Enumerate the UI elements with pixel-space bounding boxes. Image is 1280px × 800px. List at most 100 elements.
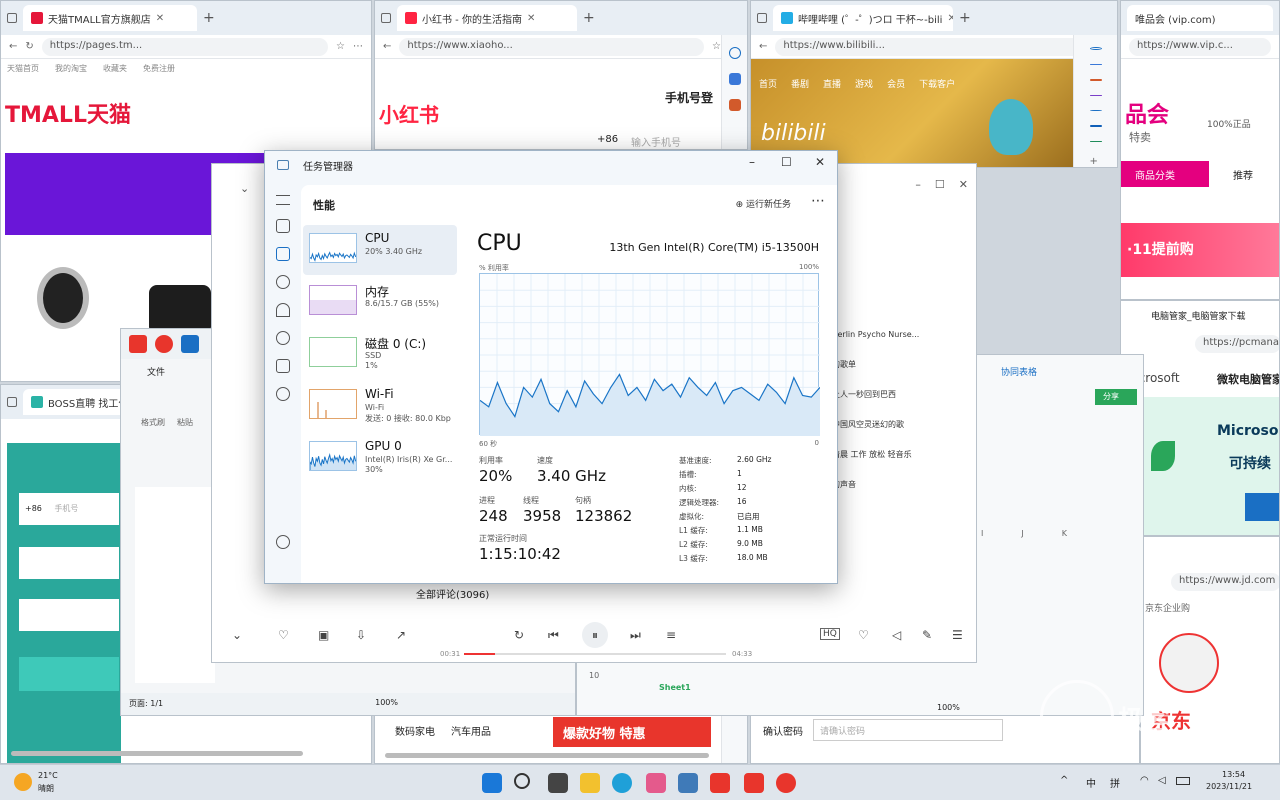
close-icon[interactable]: ✕ <box>959 178 968 191</box>
category-item[interactable]: 数码家电 <box>395 723 435 738</box>
pause-button[interactable]: ⏸ <box>582 622 608 648</box>
nav-item[interactable]: 会员 <box>887 77 905 90</box>
submit-button[interactable] <box>19 657 119 691</box>
search-icon[interactable] <box>1089 47 1102 51</box>
list-item[interactable]: 让人一秒回到巴西 <box>832 380 919 410</box>
quality-icon[interactable]: HQ <box>820 628 840 640</box>
password-field[interactable] <box>19 599 119 631</box>
column-header[interactable]: I <box>981 529 983 538</box>
scrollbar[interactable] <box>11 751 303 756</box>
nav-item[interactable]: 番剧 <box>791 77 809 90</box>
run-new-task-button[interactable]: ⊕ 运行新任务 <box>736 197 791 210</box>
row-number[interactable]: 10 <box>589 671 599 680</box>
tab-actions-icon[interactable] <box>7 397 17 407</box>
nav-item[interactable]: 直播 <box>823 77 841 90</box>
list-item[interactable]: 中国风空灵迷幻的歌 <box>832 410 919 440</box>
lyrics-icon[interactable]: ✎ <box>922 628 932 642</box>
bilibili-logo[interactable]: bilibili <box>761 121 826 146</box>
clock-time[interactable]: 13:54 <box>1222 770 1245 779</box>
tag-icon[interactable] <box>728 73 741 85</box>
search-icon[interactable] <box>514 773 530 789</box>
edge-icon[interactable] <box>612 773 632 793</box>
wps-office-icon[interactable] <box>744 773 764 793</box>
recommend-tab[interactable]: 推荐 <box>1233 167 1253 182</box>
task-manager-icon[interactable] <box>678 773 698 793</box>
chevron-down-icon[interactable]: ⌄ <box>240 182 249 195</box>
url-field[interactable]: https://www.jd.com <box>1171 573 1279 591</box>
sheet-title[interactable]: 协同表格 <box>1001 365 1037 378</box>
wps-icon[interactable] <box>129 335 147 353</box>
scrollbar[interactable] <box>385 753 709 758</box>
download-button[interactable] <box>1245 493 1279 521</box>
category-item[interactable]: 汽车用品 <box>451 723 491 738</box>
resource-item-cpu[interactable]: CPU 20% 3.40 GHz <box>303 225 457 275</box>
weather-icon[interactable] <box>14 773 32 791</box>
tab-xiaohongshu[interactable]: 小红书 - 你的生活指南 ✕ <box>397 5 577 31</box>
tab-actions-icon[interactable] <box>7 13 17 23</box>
volume-icon[interactable]: ◁ <box>1158 775 1166 786</box>
paste-button[interactable]: 粘贴 <box>177 417 193 428</box>
column-header[interactable]: K <box>1062 529 1067 538</box>
minimize-icon[interactable]: – <box>749 155 755 169</box>
close-icon[interactable]: ✕ <box>156 13 164 24</box>
store-icon[interactable] <box>646 773 666 793</box>
wps-icon[interactable] <box>710 773 730 793</box>
resource-item-gpu[interactable]: GPU 0 Intel(R) Iris(R) Xe Gr... 30% <box>303 433 457 483</box>
maximize-icon[interactable]: ☐ <box>935 178 945 191</box>
list-item[interactable]: 清晨 工作 放松 轻音乐 <box>832 440 919 470</box>
startup-icon[interactable] <box>276 303 290 317</box>
bookmark-item[interactable]: 收藏夹 <box>103 63 127 74</box>
format-painter-button[interactable]: 格式刷 <box>141 417 165 428</box>
confirm-password-input[interactable]: 请确认密码 <box>813 719 1003 741</box>
download-icon[interactable]: ⇩ <box>356 628 366 642</box>
phone-input[interactable]: 输入手机号 <box>631 134 681 149</box>
close-icon[interactable]: ✕ <box>527 13 535 24</box>
add-icon[interactable]: + <box>1090 156 1102 167</box>
refresh-icon[interactable]: ↻ <box>25 41 33 52</box>
url-field[interactable]: https://www.vip.c... <box>1129 37 1271 56</box>
back-icon[interactable]: ← <box>383 41 391 52</box>
list-item[interactable]: Berlin Psycho Nurse... <box>832 320 919 350</box>
share-icon[interactable]: ↗ <box>396 628 406 642</box>
wps-pdf-icon[interactable] <box>155 335 173 353</box>
weather-temp[interactable]: 21°C <box>38 771 58 780</box>
search-icon[interactable] <box>728 47 741 59</box>
weather-desc[interactable]: 晴朗 <box>38 783 54 794</box>
previous-icon[interactable]: ⏮ <box>548 628 559 643</box>
start-button-icon[interactable] <box>482 773 502 793</box>
sheet-tab[interactable]: Sheet1 <box>659 683 691 692</box>
column-header[interactable]: J <box>1021 529 1023 538</box>
performance-icon[interactable] <box>276 247 290 261</box>
more-icon[interactable]: ⋯ <box>811 193 825 209</box>
volume-icon[interactable]: ◁ <box>892 628 901 642</box>
xiaohongshu-logo[interactable]: 小红书 <box>379 99 439 128</box>
lock-icon[interactable]: ▣ <box>318 628 329 642</box>
next-icon[interactable]: ⏭ <box>630 628 641 643</box>
queue-icon[interactable]: ☰ <box>952 628 963 642</box>
new-tab-icon[interactable]: + <box>959 10 971 26</box>
star-icon[interactable]: ☆ <box>336 41 345 52</box>
music-app-icon[interactable] <box>776 773 796 793</box>
bookmark-item[interactable]: 我的淘宝 <box>55 63 87 74</box>
ime-mode[interactable]: 拼 <box>1110 775 1120 790</box>
settings-icon[interactable] <box>276 535 290 549</box>
close-icon[interactable]: ✕ <box>947 13 953 24</box>
tab-tmall[interactable]: 天猫TMALL官方旗舰店 ✕ <box>23 5 197 31</box>
more-icon[interactable]: ⋯ <box>353 41 363 52</box>
zoom-level[interactable]: 100% <box>375 698 398 710</box>
comments-count[interactable]: 全部评论(3096) <box>416 586 489 601</box>
tag-icon[interactable] <box>1089 64 1102 66</box>
menu-icon[interactable] <box>276 195 290 205</box>
bookmark-item[interactable]: 天猫首页 <box>7 63 39 74</box>
loop-icon[interactable]: ↻ <box>514 628 524 642</box>
maximize-icon[interactable]: ☐ <box>781 155 792 169</box>
list-item[interactable]: 的歌单 <box>832 350 919 380</box>
new-tab-icon[interactable]: + <box>583 10 595 26</box>
resource-item-wifi[interactable]: Wi-Fi Wi-Fi 发送: 0 接收: 80.0 Kbp <box>303 381 457 431</box>
phone-field[interactable]: +86 手机号 <box>19 493 119 525</box>
wps-doc-icon[interactable] <box>181 335 199 353</box>
battery-icon[interactable] <box>1176 777 1190 785</box>
shopping-icon[interactable] <box>1089 79 1102 81</box>
tab-actions-icon[interactable] <box>757 13 767 23</box>
new-tab-icon[interactable]: + <box>203 10 215 26</box>
